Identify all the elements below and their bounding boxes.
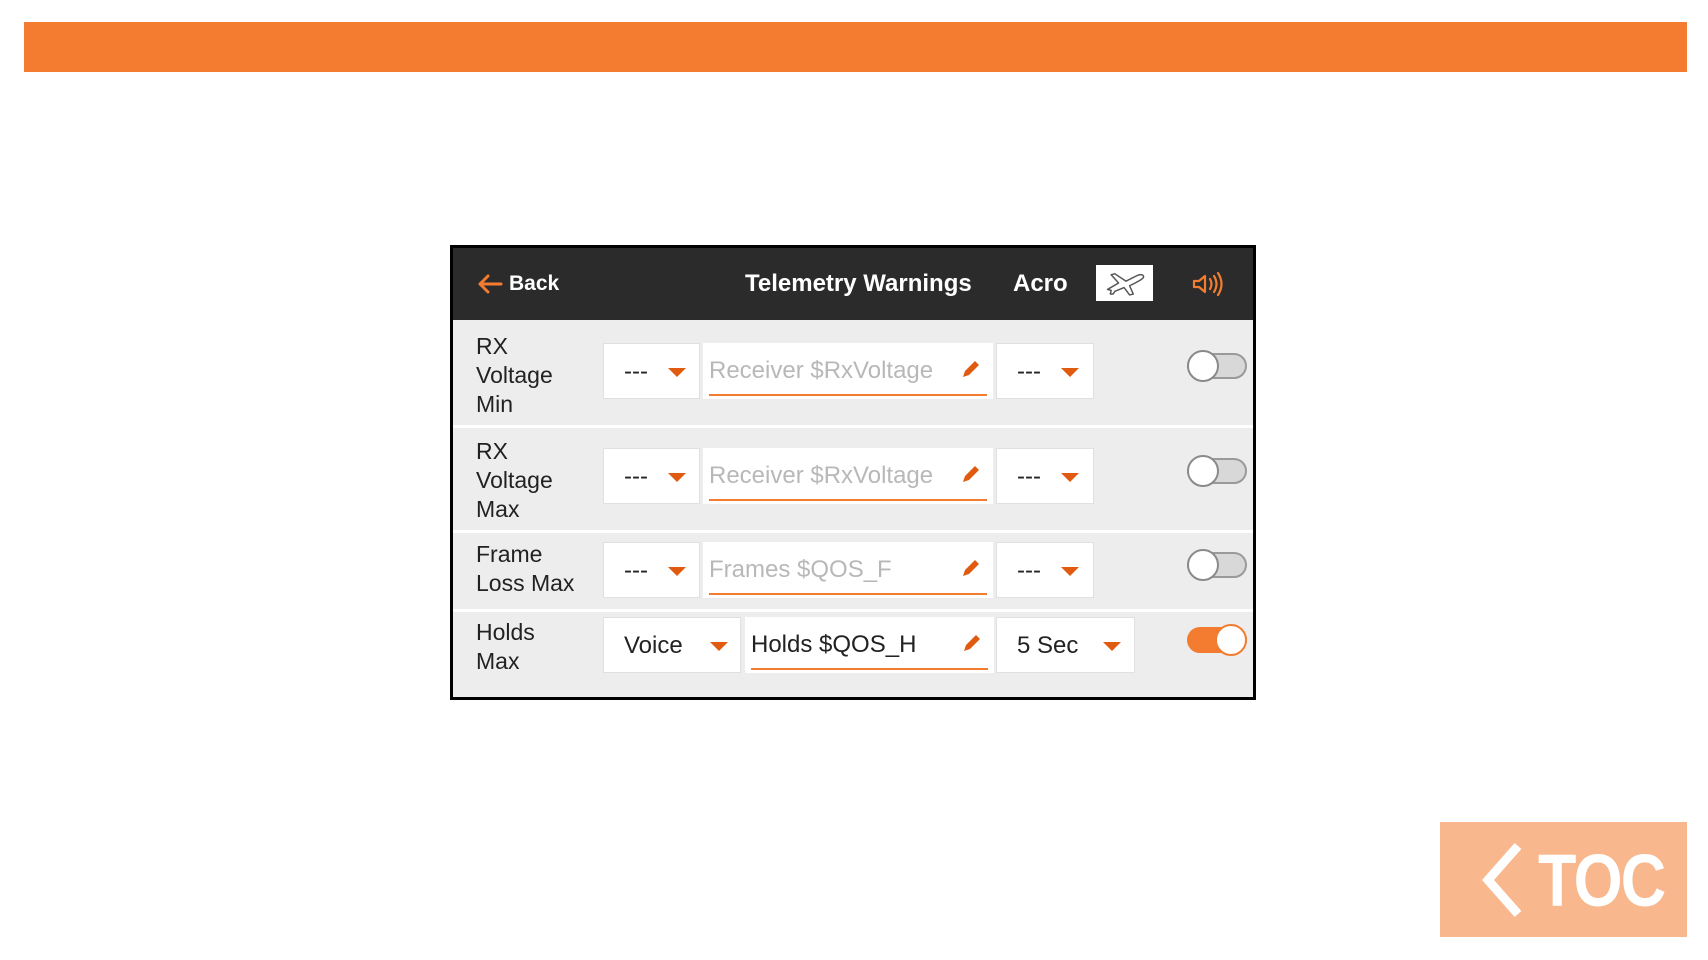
top-accent-bar: [24, 22, 1687, 72]
chevron-down-icon: [668, 368, 686, 377]
enable-toggle[interactable]: [1187, 350, 1247, 382]
warning-text-field[interactable]: Receiver $RxVoltage: [703, 343, 993, 399]
flight-mode-label: Acro: [1013, 270, 1068, 297]
alert-type-select[interactable]: ---: [603, 542, 700, 598]
warning-row-rx-voltage-min: RX Voltage Min --- Receiver $RxVoltage ---: [453, 320, 1253, 425]
repeat-select[interactable]: 5 Sec: [996, 617, 1135, 673]
toc-button[interactable]: TOC: [1440, 822, 1687, 937]
warning-row-holds-max: Holds Max Voice Holds $QOS_H 5 Sec: [453, 612, 1253, 697]
repeat-select[interactable]: ---: [996, 448, 1094, 504]
row-label: Frame Loss Max: [476, 541, 575, 596]
repeat-select[interactable]: ---: [996, 343, 1094, 399]
enable-toggle[interactable]: [1187, 549, 1247, 581]
header-bar: Back Telemetry Warnings Acro: [453, 248, 1253, 320]
chevron-down-icon: [668, 473, 686, 482]
warning-row-rx-voltage-max: RX Voltage Max --- Receiver $RxVoltage ---: [453, 428, 1253, 530]
speaker-icon[interactable]: [1191, 270, 1225, 298]
alert-type-select[interactable]: Voice: [603, 617, 741, 673]
chevron-down-icon: [1061, 567, 1079, 576]
pencil-icon[interactable]: [959, 558, 981, 580]
chevron-left-icon: [1481, 843, 1522, 917]
airplane-icon[interactable]: [1096, 265, 1153, 301]
row-label: Holds Max: [476, 619, 535, 674]
page-title: Telemetry Warnings: [745, 270, 972, 297]
chevron-down-icon: [1103, 642, 1121, 651]
repeat-select[interactable]: ---: [996, 542, 1094, 598]
chevron-down-icon: [668, 567, 686, 576]
warning-row-frame-loss-max: Frame Loss Max --- Frames $QOS_F ---: [453, 533, 1253, 609]
chevron-down-icon: [1061, 368, 1079, 377]
back-label: Back: [509, 272, 560, 295]
alert-type-select[interactable]: ---: [603, 343, 700, 399]
alert-type-select[interactable]: ---: [603, 448, 700, 504]
toc-label: TOC: [1538, 839, 1666, 922]
field-underline: [751, 668, 988, 670]
field-underline: [709, 499, 987, 501]
row-label: RX Voltage Max: [476, 438, 553, 522]
telemetry-warnings-screen: Back Telemetry Warnings Acro RX Voltage Mi…: [450, 245, 1256, 700]
row-label: RX Voltage Min: [476, 333, 553, 417]
chevron-down-icon: [1061, 473, 1079, 482]
pencil-icon[interactable]: [959, 464, 981, 486]
field-underline: [709, 394, 987, 396]
field-underline: [709, 593, 987, 595]
pencil-icon[interactable]: [959, 359, 981, 381]
warning-text-field[interactable]: Holds $QOS_H: [745, 617, 994, 673]
back-arrow-icon: [478, 274, 503, 294]
pencil-icon[interactable]: [960, 633, 982, 655]
back-button[interactable]: Back: [477, 270, 559, 298]
warning-text-field[interactable]: Frames $QOS_F: [703, 542, 993, 598]
chevron-down-icon: [710, 642, 728, 651]
warning-text-field[interactable]: Receiver $RxVoltage: [703, 448, 993, 504]
enable-toggle[interactable]: [1187, 455, 1247, 487]
enable-toggle[interactable]: [1187, 624, 1247, 656]
